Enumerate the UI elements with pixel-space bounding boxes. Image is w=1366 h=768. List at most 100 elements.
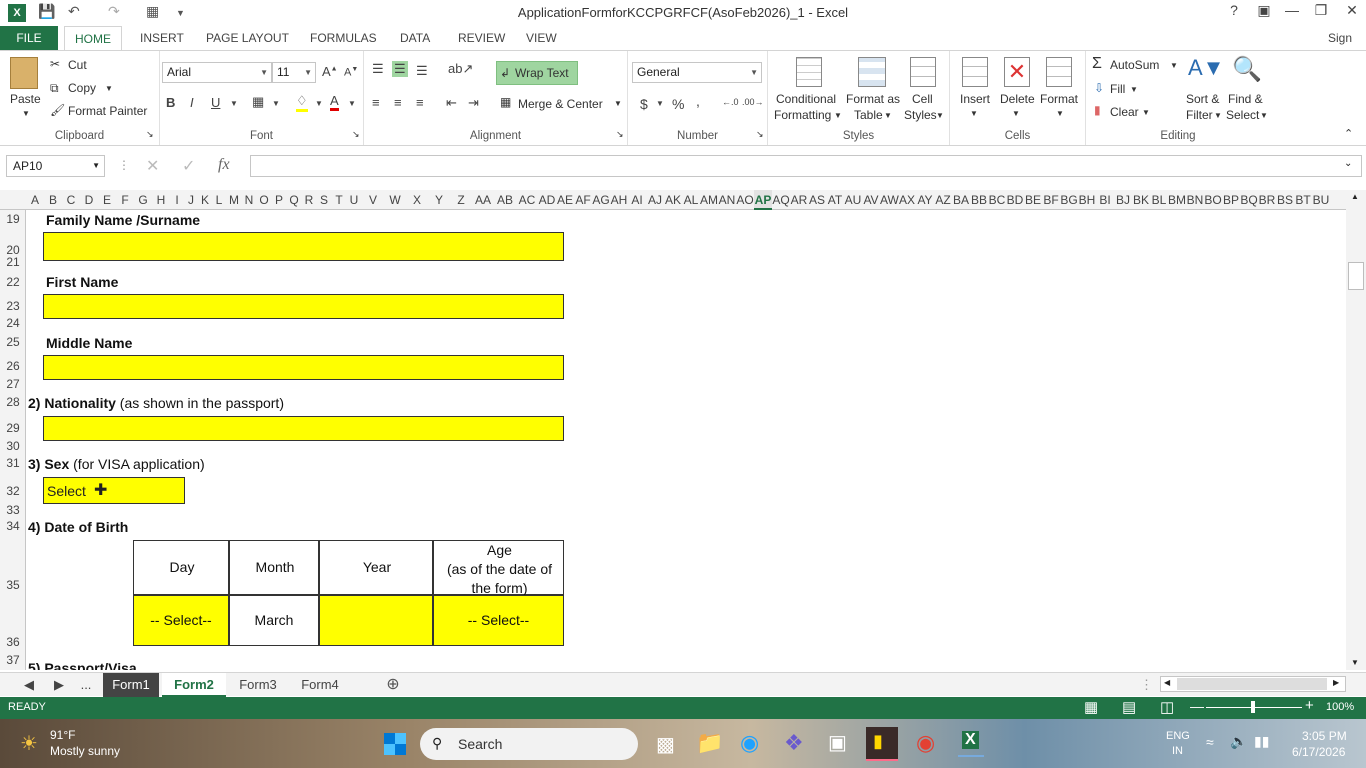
font-color-dropdown-icon[interactable]: ▼ <box>348 99 356 108</box>
column-header[interactable]: AO <box>736 190 754 210</box>
column-header[interactable]: A <box>26 190 44 210</box>
row-header[interactable]: 32 <box>0 484 26 498</box>
format-as-table-sub[interactable]: Table <box>854 108 883 122</box>
row-header[interactable]: 29 <box>0 421 26 435</box>
tab-formulas[interactable]: FORMULAS <box>300 26 387 50</box>
column-header[interactable]: AF <box>574 190 592 210</box>
currency-dropdown-icon[interactable]: ▼ <box>656 99 664 108</box>
sign-in-link[interactable]: Sign in <box>1318 26 1366 69</box>
borders-dropdown-icon[interactable]: ▼ <box>272 99 280 108</box>
align-middle-icon[interactable]: ☰ <box>392 61 408 77</box>
format-as-table-button[interactable]: Format as <box>846 92 900 106</box>
cut-button[interactable]: Cut <box>68 58 87 72</box>
column-header[interactable]: AJ <box>646 190 664 210</box>
dob-age-select[interactable]: -- Select-- <box>433 595 564 646</box>
column-header[interactable]: AG <box>592 190 610 210</box>
column-header[interactable]: BR <box>1258 190 1276 210</box>
excel-taskbar-icon[interactable]: X <box>958 729 984 757</box>
row-header[interactable]: 34 <box>0 519 26 533</box>
column-header[interactable]: L <box>212 190 226 210</box>
sheet-tab-form2[interactable]: Form2 <box>162 673 226 697</box>
underline-button[interactable]: U <box>211 95 220 110</box>
decrease-decimal-icon[interactable]: .00→ <box>742 97 764 107</box>
column-header[interactable]: AH <box>610 190 628 210</box>
restore-button[interactable]: ❐ <box>1307 2 1335 19</box>
vertical-scroll-thumb[interactable] <box>1348 262 1364 290</box>
row-header[interactable]: 35 <box>0 578 26 592</box>
sort-filter-sub[interactable]: Filter <box>1186 108 1213 122</box>
dialog-launcher-icon[interactable]: ↘ <box>616 129 624 140</box>
column-header[interactable]: I <box>170 190 184 210</box>
column-header[interactable]: BO <box>1204 190 1222 210</box>
align-left-icon[interactable]: ≡ <box>372 95 380 110</box>
column-header[interactable]: BK <box>1132 190 1150 210</box>
autosum-dropdown-icon[interactable]: ▼ <box>1170 61 1178 70</box>
help-button[interactable]: ? <box>1220 2 1248 18</box>
name-box[interactable]: AP10 ▼ <box>6 155 105 177</box>
clear-dropdown-icon[interactable]: ▼ <box>1142 108 1150 117</box>
align-center-icon[interactable]: ≡ <box>394 95 402 110</box>
chrome-icon[interactable]: ◉ <box>916 730 935 756</box>
enter-icon[interactable]: ✓ <box>182 156 195 176</box>
column-header[interactable]: AP <box>754 190 772 210</box>
app-icon[interactable]: ❖ <box>784 730 804 756</box>
column-header[interactable]: T <box>332 190 346 210</box>
cancel-icon[interactable]: ✕ <box>146 156 159 176</box>
first-name-input-cell[interactable] <box>43 294 564 319</box>
row-header[interactable]: 21 <box>0 255 26 269</box>
column-header[interactable]: AE <box>556 190 574 210</box>
column-header[interactable]: BJ <box>1114 190 1132 210</box>
zoom-out-icon[interactable]: — <box>1190 698 1204 714</box>
merge-center-button[interactable]: Merge & Center <box>518 97 603 111</box>
row-header[interactable]: 19 <box>0 212 26 226</box>
fill-color-icon[interactable]: ♢ <box>296 93 308 112</box>
find-select-sub[interactable]: Select <box>1226 108 1259 122</box>
merge-dropdown-icon[interactable]: ▼ <box>614 99 622 108</box>
column-header[interactable]: Q <box>286 190 302 210</box>
minimize-button[interactable]: — <box>1278 2 1306 18</box>
normal-view-icon[interactable]: ▦ <box>1084 698 1098 716</box>
dob-day-select[interactable]: -- Select-- <box>133 595 229 646</box>
column-header[interactable]: X <box>406 190 428 210</box>
fill-color-dropdown-icon[interactable]: ▼ <box>315 99 323 108</box>
family-name-input-cell[interactable] <box>43 232 564 261</box>
edge-icon[interactable]: ◉ <box>740 730 759 756</box>
column-header[interactable]: BU <box>1312 190 1330 210</box>
align-top-icon[interactable]: ☰ <box>372 61 384 77</box>
horizontal-scroll-thumb[interactable] <box>1177 678 1327 690</box>
ribbon-display-icon[interactable]: ▣ <box>1250 2 1278 19</box>
sheet-tab-form3[interactable]: Form3 <box>228 673 288 697</box>
format-cells-button[interactable]: Format <box>1040 92 1078 106</box>
column-header[interactable]: P <box>272 190 286 210</box>
column-header[interactable]: AA <box>472 190 494 210</box>
scroll-down-icon[interactable]: ▼ <box>1351 658 1359 667</box>
dob-month-cell[interactable]: March <box>229 595 319 646</box>
taskbar-search-box[interactable]: ⚲ Search <box>420 728 638 760</box>
collapse-ribbon-icon[interactable]: ⌃ <box>1344 127 1353 140</box>
zoom-slider[interactable] <box>1206 701 1302 713</box>
column-header[interactable]: AN <box>718 190 736 210</box>
column-header[interactable]: Z <box>450 190 472 210</box>
volume-icon[interactable]: 🔈 <box>1230 733 1247 750</box>
conditional-formatting-sub[interactable]: Formatting <box>774 108 831 122</box>
clock-time[interactable]: 3:05 PM <box>1302 729 1347 743</box>
fill-button[interactable]: Fill <box>1110 82 1125 96</box>
paste-icon[interactable] <box>10 57 38 89</box>
scroll-up-icon[interactable]: ▲ <box>1351 192 1359 201</box>
row-header[interactable]: 31 <box>0 456 26 470</box>
tab-splitter-icon[interactable]: ⋮ <box>1140 673 1153 697</box>
task-view-icon[interactable]: ▩ <box>656 732 675 757</box>
sheet-tab-form1[interactable]: Form1 <box>103 673 159 697</box>
dob-year-input[interactable] <box>319 595 433 646</box>
tab-file[interactable]: FILE <box>0 26 58 50</box>
column-header[interactable]: AQ <box>772 190 790 210</box>
column-header[interactable]: S <box>316 190 332 210</box>
nationality-input-cell[interactable] <box>43 416 564 441</box>
dialog-launcher-icon[interactable]: ↘ <box>146 129 154 140</box>
increase-decimal-icon[interactable]: ←.0 <box>722 97 739 107</box>
row-header[interactable]: 24 <box>0 316 26 330</box>
tab-review[interactable]: REVIEW <box>448 26 515 50</box>
column-header[interactable]: BL <box>1150 190 1168 210</box>
decrease-font-icon[interactable]: A▼ <box>344 66 358 79</box>
align-right-icon[interactable]: ≡ <box>416 95 424 110</box>
